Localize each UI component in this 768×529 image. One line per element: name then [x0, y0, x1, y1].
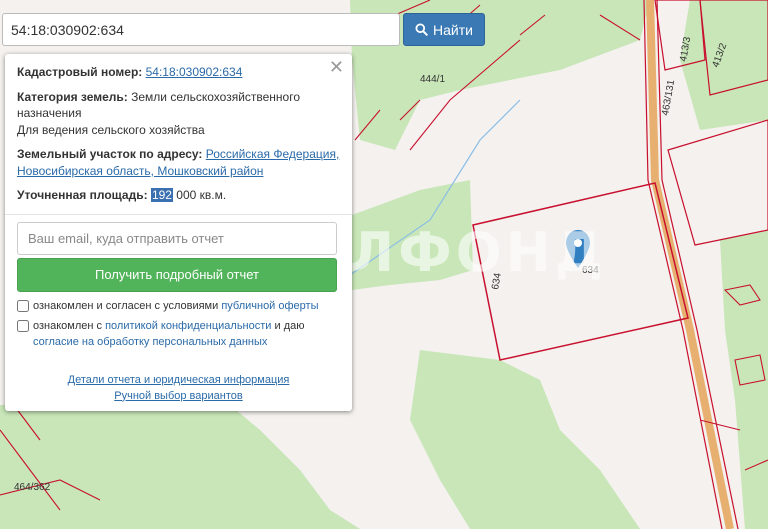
area-row: Уточненная площадь: 192 000 кв.м.: [17, 187, 340, 204]
cadastral-number-link[interactable]: 54:18:030902:634: [146, 65, 243, 79]
search-button[interactable]: Найти: [403, 13, 485, 46]
parcel-label-464: 464/362: [14, 482, 51, 493]
parcel-label-444: 444/1: [420, 74, 445, 85]
personal-data-link[interactable]: согласие на обработку персональных данны…: [33, 336, 267, 348]
search-bar: [2, 13, 400, 46]
privacy-link[interactable]: политикой конфиденциальности: [105, 320, 271, 332]
area-rest: 000 кв.м.: [172, 188, 227, 202]
usage-value: Для ведения сельского хозяйства: [17, 122, 205, 137]
privacy-checkbox[interactable]: [17, 319, 29, 332]
close-icon[interactable]: ✕: [329, 58, 344, 76]
search-icon: [415, 23, 428, 36]
email-input[interactable]: [17, 221, 337, 255]
category-label: Категория земель:: [17, 89, 128, 104]
offer-checkbox[interactable]: [17, 299, 29, 312]
cadastral-number-row: Кадастровый номер: 54:18:030902:634: [17, 64, 340, 81]
area-highlight: 192: [150, 188, 173, 202]
divider: [5, 213, 352, 215]
privacy-consent-text: ознакомлен с политикой конфиденциальност…: [33, 319, 305, 348]
parcel-label-634-center: 634: [582, 265, 599, 276]
search-input[interactable]: [2, 13, 400, 46]
manual-selection-link[interactable]: Ручной выбор вариантов: [17, 388, 340, 404]
parcel-info-panel: ✕ Кадастровый номер: 54:18:030902:634 Ка…: [5, 54, 352, 411]
search-button-label: Найти: [433, 21, 473, 38]
offer-consent: ознакомлен и согласен с условиями публич…: [17, 298, 340, 314]
address-label: Земельный участок по адресу:: [17, 147, 203, 161]
get-report-button[interactable]: Получить подробный отчет: [17, 257, 337, 292]
land-category-row: Категория земель: Земли сельскохозяйстве…: [17, 89, 340, 139]
offer-consent-text: ознакомлен и согласен с условиями публич…: [33, 299, 319, 312]
offer-link[interactable]: публичной оферты: [221, 300, 318, 312]
address-row: Земельный участок по адресу: Российская …: [17, 146, 340, 179]
details-link[interactable]: Детали отчета и юридическая информация: [17, 372, 340, 388]
privacy-consent: ознакомлен с политикой конфиденциальност…: [17, 318, 340, 350]
panel-footer: Детали отчета и юридическая информация Р…: [17, 372, 340, 404]
cadastral-label: Кадастровый номер:: [17, 65, 143, 79]
area-label: Уточненная площадь:: [17, 188, 148, 202]
